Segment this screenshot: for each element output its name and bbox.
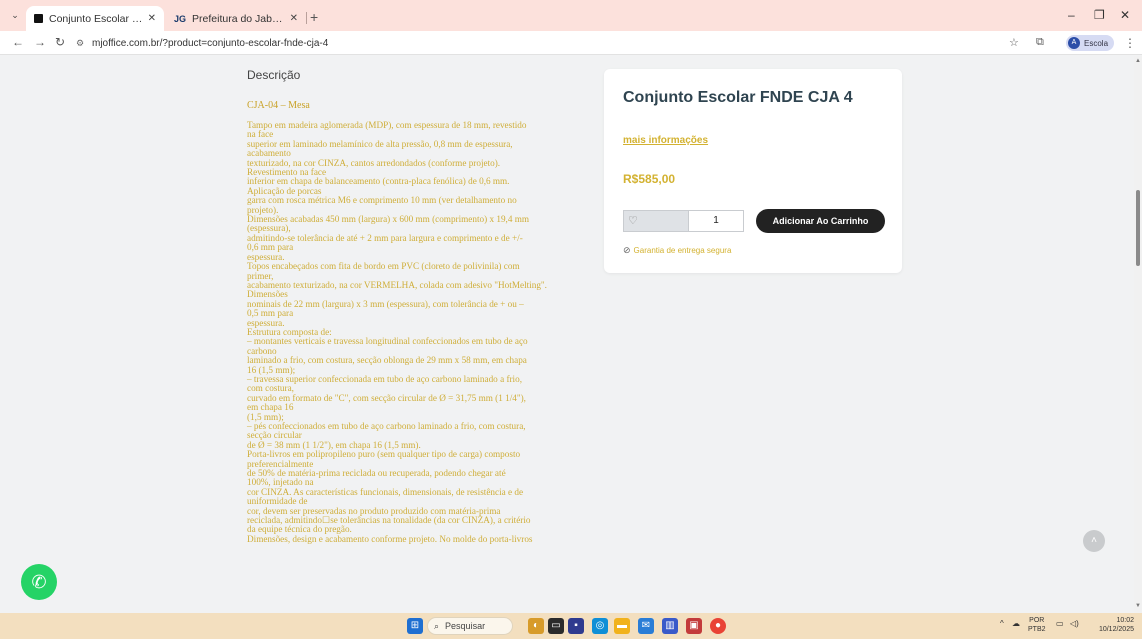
minimize-icon[interactable]: – xyxy=(1068,8,1075,22)
add-to-cart-button[interactable]: Adicionar Ao Carrinho xyxy=(756,209,885,233)
widgets-icon[interactable]: ◐ xyxy=(528,618,544,634)
product-card: Conjunto Escolar FNDE CJA 4 mais informa… xyxy=(604,69,902,273)
scroll-to-top-button[interactable]: ˄ xyxy=(1083,530,1105,552)
description-line: laminado a frio, com costura, secção obl… xyxy=(247,355,527,366)
tab-search-icon[interactable]: ⌄ xyxy=(8,8,22,22)
tab-active[interactable]: Conjunto Escolar FNDE CJA 4 ✕ xyxy=(26,6,164,31)
windows-start-icon[interactable]: ⊞ xyxy=(407,618,423,634)
profile-button[interactable]: A Escola xyxy=(1066,35,1115,51)
chrome-icon[interactable]: ● xyxy=(710,618,726,634)
bookmark-star-icon[interactable]: ☆ xyxy=(1009,36,1019,49)
taskbar: ⊞ ⌕ Pesquisar ◐ ▭ ▪ ◎ ▬ ✉ ▥ ▣ ● ^ ☁ POR … xyxy=(0,613,1142,639)
taskbar-search[interactable]: ⌕ Pesquisar xyxy=(427,617,513,635)
description-text: Tampo em madeira aglomerada (MDP), com e… xyxy=(247,120,587,544)
description-line: 0,5 mm para xyxy=(247,308,294,319)
jg-favicon-icon: JG xyxy=(174,13,187,24)
description-line: Tampo em madeira aglomerada (MDP), com e… xyxy=(247,120,527,130)
close-icon[interactable]: ✕ xyxy=(148,13,156,24)
taskbar-search-label: Pesquisar xyxy=(445,621,486,631)
scroll-up-icon[interactable]: ▲ xyxy=(1135,58,1141,64)
browser-tab-bar: ⌄ Conjunto Escolar FNDE CJA 4 ✕ JG Prefe… xyxy=(0,0,1142,31)
tab-title: Prefeitura do Jaboatão dos Gu xyxy=(192,12,286,25)
tab-title: Conjunto Escolar FNDE CJA 4 xyxy=(49,12,144,25)
more-info-link[interactable]: mais informações xyxy=(623,135,708,146)
app-red-icon[interactable]: ▣ xyxy=(686,618,702,634)
description-line: admitindo-se tolerância de até + 2 mm pa… xyxy=(247,232,523,243)
whatsapp-button[interactable]: ✆ xyxy=(21,564,57,600)
document-icon xyxy=(34,14,43,23)
page-scrollbar[interactable]: ▲ ▼ xyxy=(1134,56,1142,613)
language-indicator[interactable]: POR PTB2 xyxy=(1028,616,1046,634)
description-line: curvado em formato de "C", com secção ci… xyxy=(247,392,526,403)
description-line: Dimensões, design e acabamento conforme … xyxy=(247,533,533,544)
file-explorer-icon[interactable]: ▬ xyxy=(614,618,630,634)
description-line: Dimensões acabadas 450 mm (largura) x 60… xyxy=(247,214,530,225)
site-info-icon[interactable]: ⚙ xyxy=(74,37,86,49)
heart-icon: ♡ xyxy=(628,215,638,227)
product-price: R$585,00 xyxy=(623,172,676,186)
description-line: garra com rosca métrica M6 e comprimento… xyxy=(247,195,517,206)
menu-icon[interactable]: ⋮ xyxy=(1124,36,1136,50)
tab-separator xyxy=(306,12,307,24)
teams-icon[interactable]: ▥ xyxy=(662,618,678,634)
new-tab-icon[interactable]: + xyxy=(310,9,318,25)
description-line: 0,6 mm para xyxy=(247,242,294,253)
description-section: Descrição CJA-04 – Mesa Tampo em madeira… xyxy=(247,68,587,544)
guarantee-note: ⊘ Garantia de entrega segura xyxy=(623,245,731,256)
description-line: em chapa 16 xyxy=(247,402,294,413)
page-content: Descrição CJA-04 – Mesa Tampo em madeira… xyxy=(0,56,1134,613)
back-icon[interactable]: ← xyxy=(12,35,24,49)
description-heading: Descrição xyxy=(247,68,301,82)
network-icon[interactable]: ▭ xyxy=(1056,619,1064,628)
wishlist-button[interactable]: ♡ xyxy=(623,210,689,232)
scroll-down-icon[interactable]: ▼ xyxy=(1135,603,1141,609)
clock[interactable]: 10:02 10/12/2025 xyxy=(1096,616,1134,634)
extensions-icon[interactable]: ⧉ xyxy=(1036,36,1044,49)
profile-name: Escola xyxy=(1084,38,1109,48)
window-close-icon[interactable]: ✕ xyxy=(1120,8,1130,22)
keyboard-layout: PTB2 xyxy=(1028,626,1046,633)
description-line: Topos encabeçados com fita de bordo em P… xyxy=(247,261,520,272)
description-line: nominais de 22 mm (largura) x 3 mm (espe… xyxy=(247,298,524,309)
url-text: mjoffice.com.br/?product=conjunto-escola… xyxy=(92,37,329,49)
product-title: Conjunto Escolar FNDE CJA 4 xyxy=(623,89,853,106)
clock-date: 10/12/2025 xyxy=(1098,626,1134,633)
close-icon[interactable]: ✕ xyxy=(290,13,298,24)
cloud-icon[interactable]: ☁ xyxy=(1012,619,1020,628)
avatar: A xyxy=(1068,37,1080,49)
description-subheading: CJA-04 – Mesa xyxy=(247,100,310,111)
search-icon: ⌕ xyxy=(434,620,440,631)
language-code: POR xyxy=(1029,617,1045,624)
app-icon[interactable]: ▪ xyxy=(568,618,584,634)
check-circle-icon: ⊘ xyxy=(623,245,631,255)
address-bar: ← → ↻ ⚙ mjoffice.com.br/?product=conjunt… xyxy=(0,31,1142,55)
url-field[interactable]: ⚙ mjoffice.com.br/?product=conjunto-esco… xyxy=(74,34,994,52)
task-view-icon[interactable]: ▭ xyxy=(548,618,564,634)
scrollbar-thumb[interactable] xyxy=(1136,190,1140,266)
clock-time: 10:02 xyxy=(1116,617,1134,624)
reload-icon[interactable]: ↻ xyxy=(55,35,65,49)
description-line: acabamento texturizado, na cor VERMELHA,… xyxy=(247,279,547,290)
guarantee-label: Garantia de entrega segura xyxy=(633,246,732,255)
tray-chevron-icon[interactable]: ^ xyxy=(1000,619,1004,628)
whatsapp-icon: ✆ xyxy=(31,572,47,592)
description-line: superior em laminado melamínico de alta … xyxy=(247,138,513,149)
forward-icon[interactable]: → xyxy=(34,35,46,49)
restore-icon[interactable]: ❐ xyxy=(1094,8,1105,22)
quantity-input[interactable]: 1 xyxy=(689,210,744,232)
mail-icon[interactable]: ✉ xyxy=(638,618,654,634)
description-line: – travessa superior confeccionada em tub… xyxy=(247,373,523,384)
volume-icon[interactable]: ◁) xyxy=(1070,619,1079,628)
tab-inactive[interactable]: JG Prefeitura do Jaboatão dos Gu ✕ xyxy=(166,6,306,31)
edge-icon[interactable]: ◎ xyxy=(592,618,608,634)
description-line: – montantes verticais e travessa longitu… xyxy=(247,336,528,347)
